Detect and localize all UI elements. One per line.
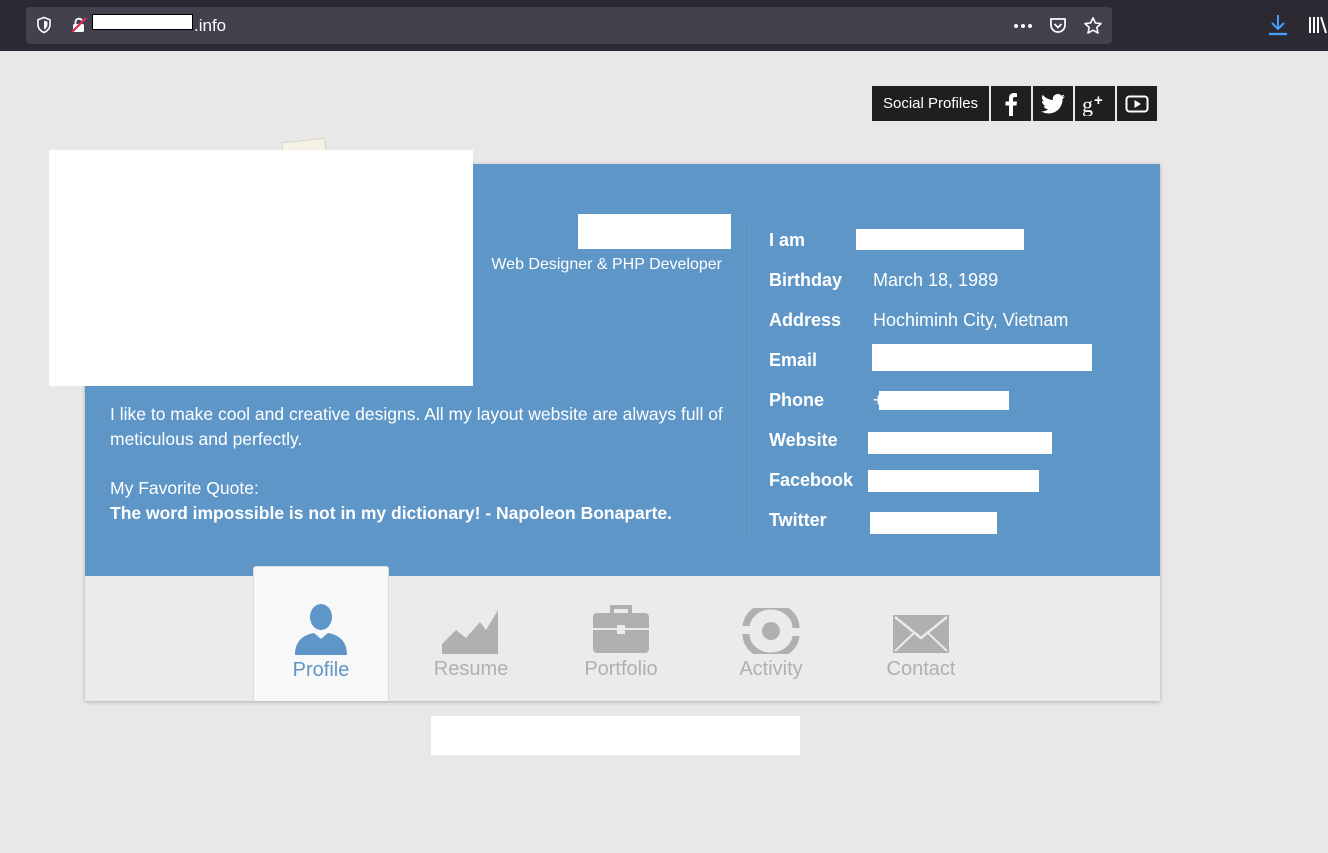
tab-profile[interactable]: Profile bbox=[253, 566, 389, 701]
facebook-icon[interactable] bbox=[991, 86, 1032, 121]
envelope-icon bbox=[892, 600, 950, 654]
twitter-icon[interactable] bbox=[1033, 86, 1074, 121]
chart-icon bbox=[442, 600, 500, 654]
svg-text:g: g bbox=[1082, 92, 1093, 116]
profile-bio: I like to make cool and creative designs… bbox=[110, 404, 723, 449]
tab-label: Portfolio bbox=[584, 658, 658, 680]
svg-text:+: + bbox=[1094, 92, 1103, 109]
redacted-value bbox=[870, 512, 997, 534]
tab-resume[interactable]: Resume bbox=[403, 566, 539, 701]
info-divider bbox=[747, 226, 749, 538]
broken-lock-icon[interactable] bbox=[70, 16, 88, 34]
social-profiles-label: Social Profiles bbox=[872, 86, 990, 121]
info-row-facebook: Facebook bbox=[769, 466, 873, 494]
browser-toolbar: .info bbox=[0, 0, 1328, 51]
profile-role: Web Designer & PHP Developer bbox=[491, 256, 722, 273]
redacted-value bbox=[868, 470, 1039, 492]
more-icon[interactable] bbox=[1012, 15, 1034, 37]
info-key: Address bbox=[769, 309, 842, 330]
tab-portfolio[interactable]: Portfolio bbox=[553, 566, 689, 701]
tab-label: Resume bbox=[433, 658, 509, 680]
redacted-hostname bbox=[92, 14, 193, 30]
tab-label: Activity bbox=[739, 658, 803, 680]
youtube-icon[interactable] bbox=[1117, 86, 1158, 121]
info-key: Email bbox=[769, 349, 818, 370]
info-value: March 18, 1989 bbox=[873, 269, 999, 290]
info-key: Twitter bbox=[769, 509, 827, 530]
redacted-value bbox=[856, 229, 1024, 250]
tab-activity[interactable]: Activity bbox=[703, 566, 839, 701]
redacted-name bbox=[578, 214, 731, 249]
info-value: Hochiminh City, Vietnam bbox=[873, 309, 1069, 330]
url-bar[interactable]: .info bbox=[26, 7, 1112, 44]
library-icon[interactable] bbox=[1306, 13, 1328, 37]
favorite-quote: The word impossible is not in my diction… bbox=[110, 503, 673, 523]
activity-icon bbox=[742, 600, 800, 654]
pocket-icon[interactable] bbox=[1047, 15, 1069, 37]
info-row-address: Address Hochiminh City, Vietnam bbox=[769, 306, 1068, 334]
redacted-value bbox=[872, 344, 1092, 371]
social-profiles: Social Profiles g + bbox=[872, 86, 1158, 121]
bookmark-star-icon[interactable] bbox=[1082, 15, 1104, 37]
user-icon bbox=[293, 601, 349, 655]
info-row-birthday: Birthday March 18, 1989 bbox=[769, 266, 998, 294]
info-key: Birthday bbox=[769, 269, 843, 290]
info-key: Facebook bbox=[769, 469, 854, 490]
tab-label: Profile bbox=[292, 659, 350, 681]
download-icon[interactable] bbox=[1266, 13, 1290, 37]
redacted-value bbox=[879, 391, 1009, 410]
info-row-phone: Phone + bbox=[769, 386, 884, 414]
tab-label: Contact bbox=[886, 658, 956, 680]
info-key: Website bbox=[769, 429, 838, 450]
redacted-value bbox=[868, 432, 1052, 454]
info-key: Phone bbox=[769, 389, 825, 410]
redacted-photo bbox=[49, 150, 473, 386]
info-row-twitter: Twitter bbox=[769, 506, 873, 534]
url-domain: .info bbox=[194, 16, 227, 35]
tab-contact[interactable]: Contact bbox=[853, 566, 989, 701]
redacted-footer bbox=[431, 716, 800, 755]
google-plus-icon[interactable]: g + bbox=[1075, 86, 1116, 121]
quote-label: My Favorite Quote: bbox=[110, 478, 259, 498]
briefcase-icon bbox=[592, 600, 650, 654]
info-row-website: Website bbox=[769, 426, 873, 454]
info-row-email: Email bbox=[769, 346, 873, 374]
shield-icon[interactable] bbox=[35, 16, 53, 34]
